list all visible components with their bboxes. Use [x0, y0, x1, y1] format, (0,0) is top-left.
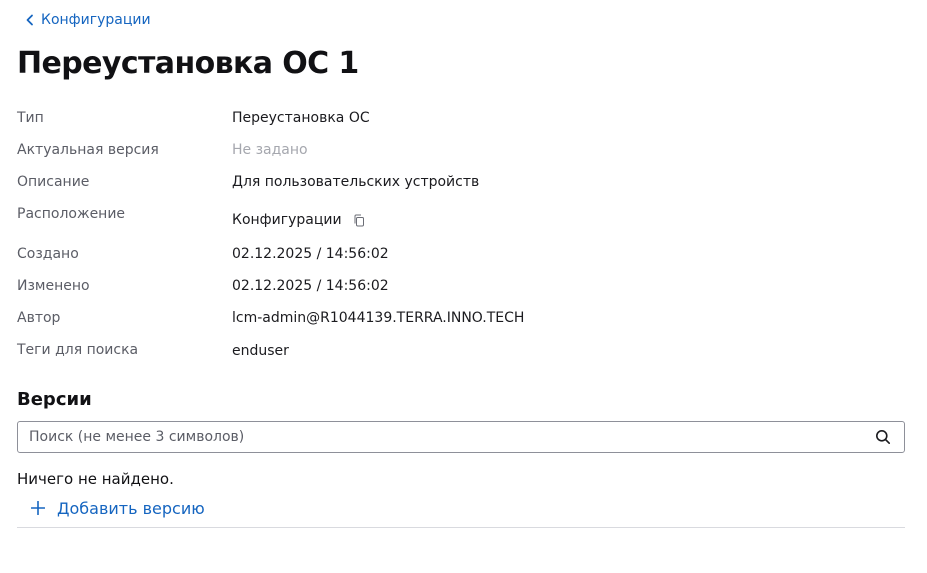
property-label-type: Тип [17, 110, 44, 126]
back-to-configurations-link[interactable]: Конфигурации [25, 9, 151, 31]
property-label-modified: Изменено [17, 278, 90, 294]
chevron-left-icon [25, 14, 35, 26]
property-value-current-version: Не задано [232, 142, 308, 158]
add-version-label: Добавить версию [57, 498, 205, 518]
versions-search-input[interactable] [18, 423, 868, 451]
versions-search-box [17, 421, 905, 453]
versions-empty-message: Ничего не найдено. [17, 470, 174, 488]
property-value-modified: 02.12.2025 / 14:56:02 [232, 278, 389, 294]
copy-icon[interactable] [352, 213, 366, 227]
plus-icon [31, 501, 45, 515]
location-text: Конфигурации [232, 212, 342, 228]
property-label-description: Описание [17, 174, 90, 190]
property-value-type: Переустановка ОС [232, 110, 370, 126]
property-value-description: Для пользовательских устройств [232, 174, 480, 190]
property-label-search-tags: Теги для поиска [17, 342, 139, 358]
property-label-location: Расположение [17, 206, 126, 222]
page-title: Переустановка ОС 1 [17, 46, 359, 81]
property-label-current-version: Актуальная версия [17, 142, 159, 158]
property-value-search-tags: enduser [232, 343, 289, 359]
property-label-author: Автор [17, 310, 61, 326]
property-value-location: Конфигурации [232, 211, 366, 229]
property-value-author: lcm-admin@R1044139.TERRA.INNO.TECH [232, 310, 525, 326]
section-divider [17, 527, 905, 528]
versions-section-title: Версии [17, 389, 92, 410]
add-version-button[interactable]: Добавить версию [31, 497, 205, 519]
back-link-label: Конфигурации [41, 12, 151, 28]
property-value-created: 02.12.2025 / 14:56:02 [232, 246, 389, 262]
property-label-created: Создано [17, 246, 79, 262]
search-icon[interactable] [868, 422, 898, 452]
